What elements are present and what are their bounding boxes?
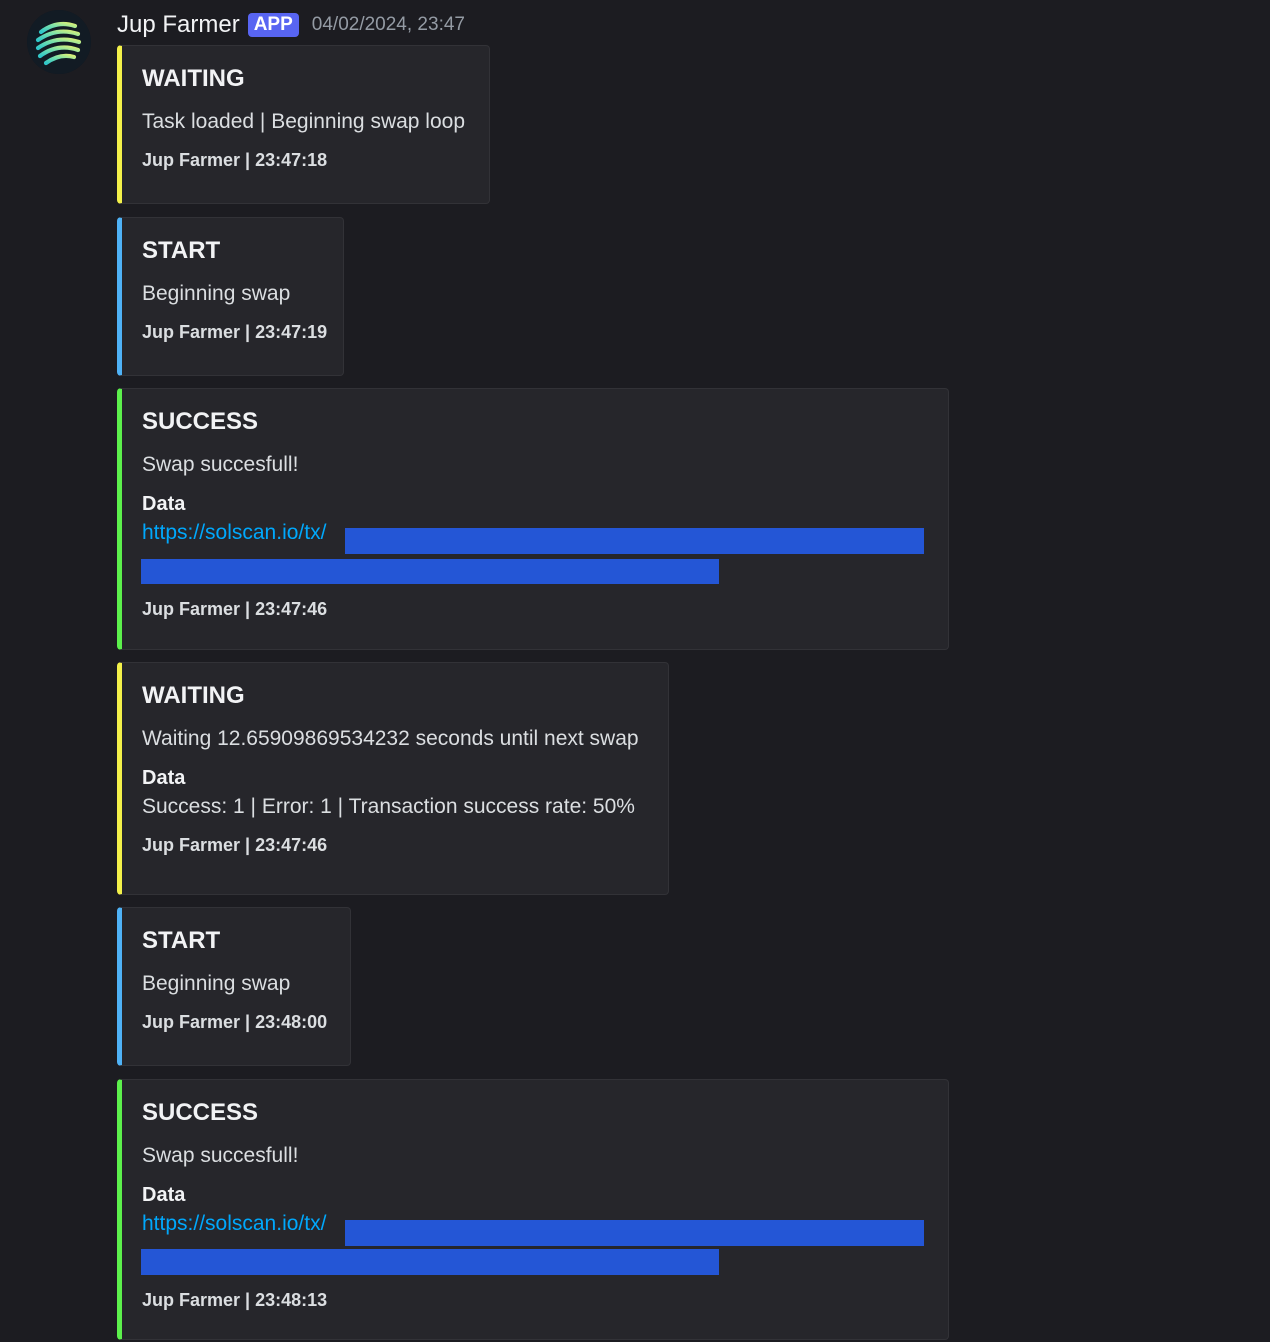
embed-description: Beginning swap — [142, 282, 291, 305]
redaction-bar — [345, 528, 924, 554]
embed-description: Waiting 12.65909869534232 seconds until … — [142, 727, 639, 750]
embed-title: START — [142, 927, 221, 954]
app-badge: APP — [247, 13, 299, 37]
embed-field-name: Data — [142, 1184, 186, 1206]
embed-footer: Jup Farmer | 23:48:00 — [142, 1012, 328, 1032]
embed-description: Beginning swap — [142, 972, 291, 995]
embed-waiting: WAITING Task loaded | Beginning swap loo… — [117, 45, 490, 204]
embed-footer: Jup Farmer | 23:47:46 — [142, 835, 328, 855]
redaction-bar — [141, 1249, 719, 1275]
bot-avatar[interactable] — [27, 10, 91, 74]
message-timestamp[interactable]: 04/02/2024, 23:47 — [312, 14, 465, 36]
embed-title: WAITING — [142, 65, 245, 92]
embed-title: SUCCESS — [142, 408, 259, 435]
embed-start: START Beginning swap Jup Farmer | 23:48:… — [117, 907, 351, 1066]
embed-start: START Beginning swap Jup Farmer | 23:47:… — [117, 217, 344, 376]
embed-waiting: WAITING Waiting 12.65909869534232 second… — [117, 662, 669, 895]
solscan-tx-link[interactable]: https://solscan.io/tx/ — [142, 521, 326, 544]
chat-message-area: Jup Farmer APP 04/02/2024, 23:47 WAITING… — [0, 0, 1270, 1342]
embed-footer: Jup Farmer | 23:47:46 — [142, 599, 328, 619]
jupiter-logo-icon — [27, 10, 91, 74]
embed-footer: Jup Farmer | 23:47:18 — [142, 150, 328, 170]
message-header: Jup Farmer APP 04/02/2024, 23:47 — [117, 8, 465, 42]
embed-footer: Jup Farmer | 23:48:13 — [142, 1290, 328, 1310]
embed-field-value: Success: 1 | Error: 1 | Transaction succ… — [142, 795, 635, 818]
embed-description: Swap succesfull! — [142, 1144, 299, 1167]
embed-title: WAITING — [142, 682, 245, 709]
embed-description: Swap succesfull! — [142, 453, 299, 476]
embed-footer: Jup Farmer | 23:47:19 — [142, 322, 328, 342]
redaction-bar — [345, 1220, 924, 1246]
solscan-tx-link[interactable]: https://solscan.io/tx/ — [142, 1212, 326, 1235]
embed-field-name: Data — [142, 767, 186, 789]
embed-title: START — [142, 237, 221, 264]
embed-title: SUCCESS — [142, 1099, 259, 1126]
username[interactable]: Jup Farmer — [117, 11, 240, 39]
embed-field-name: Data — [142, 493, 186, 515]
redaction-bar — [141, 559, 719, 584]
embed-description: Task loaded | Beginning swap loop — [142, 110, 466, 133]
